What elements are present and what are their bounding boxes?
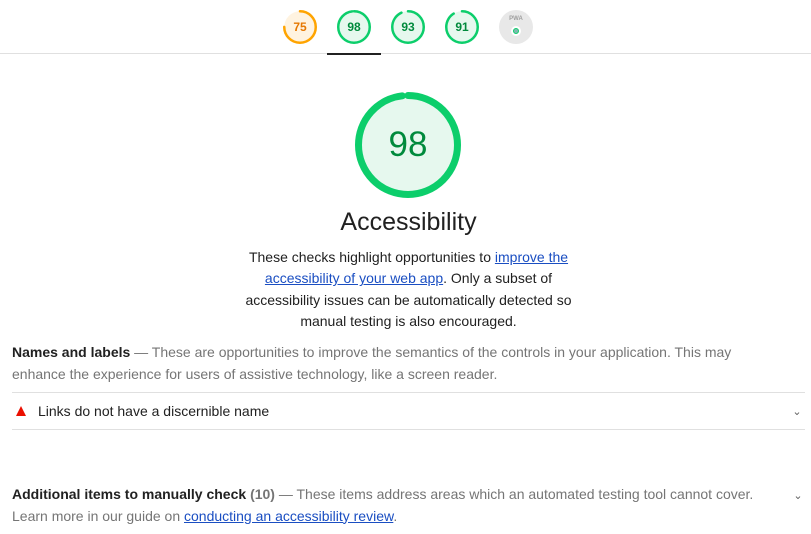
best-practices-gauge: 93 bbox=[391, 10, 425, 44]
audit-link-name-title: Links do not have a discernible name bbox=[38, 403, 270, 419]
group-names-title: Names and labels bbox=[12, 344, 131, 360]
tab-accessibility[interactable]: 98 bbox=[327, 0, 381, 55]
seo-score: 91 bbox=[455, 20, 469, 34]
group-manual-title: Additional items to manually check bbox=[12, 486, 247, 502]
pwa-badge-icon: PWA bbox=[499, 10, 533, 44]
accessibility-gauge: 98 bbox=[337, 10, 371, 44]
group-manual-end: . bbox=[393, 507, 398, 524]
best-practices-score: 93 bbox=[401, 20, 415, 34]
pwa-label: PWA bbox=[509, 16, 523, 22]
performance-gauge: 75 bbox=[283, 10, 317, 44]
seo-gauge: 91 bbox=[445, 10, 479, 44]
accessibility-review-link[interactable]: conducting an accessibility review bbox=[184, 508, 393, 524]
accessibility-big-gauge: 98 bbox=[355, 92, 461, 198]
group-manual-count: (10) bbox=[250, 486, 275, 502]
chevron-down-icon[interactable]: ⌄ bbox=[793, 490, 803, 502]
group-manual-checks[interactable]: Additional items to manually check (10) … bbox=[12, 484, 787, 527]
tab-pwa[interactable]: PWA bbox=[489, 0, 543, 54]
tab-performance[interactable]: 75 bbox=[273, 0, 327, 54]
fail-triangle-icon bbox=[16, 406, 26, 416]
accessibility-score: 98 bbox=[347, 20, 361, 34]
tab-seo[interactable]: 91 bbox=[435, 0, 489, 54]
group-names-and-labels: Names and labels — These are opportuniti… bbox=[12, 342, 787, 385]
chevron-down-icon[interactable]: ⌄ bbox=[792, 406, 802, 418]
score-tabs-bar: 75 98 93 91 PWA bbox=[0, 0, 811, 55]
audit-link-name[interactable]: Links do not have a discernible name ⌄ bbox=[12, 392, 805, 430]
category-description: These checks highlight opportunities to … bbox=[230, 247, 587, 332]
category-title: Accessibility bbox=[340, 208, 477, 236]
pwa-check-icon bbox=[511, 26, 521, 36]
tab-best-practices[interactable]: 93 bbox=[381, 0, 435, 54]
performance-score: 75 bbox=[293, 20, 307, 34]
category-desc-text-1: These checks highlight opportunities to bbox=[248, 249, 495, 265]
category-score: 98 bbox=[388, 125, 428, 164]
